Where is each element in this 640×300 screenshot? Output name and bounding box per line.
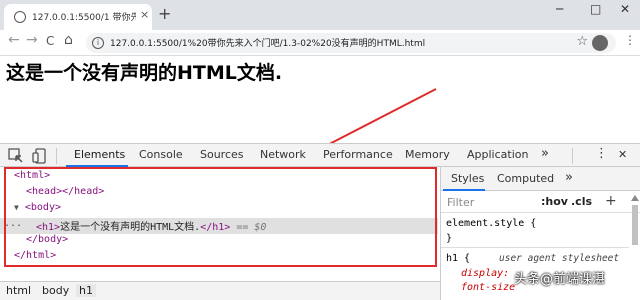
red-highlight-box [4, 167, 437, 267]
device-toolbar-icon[interactable] [32, 148, 48, 164]
rule-divider [441, 247, 629, 248]
globe-icon [14, 11, 26, 23]
home-button[interactable]: ⌂ [64, 32, 73, 48]
new-tab-button[interactable]: + [158, 4, 171, 23]
toolbar-divider [56, 148, 57, 164]
url-text: 127.0.0.1:5500/1%20带你先来入个门吧/1.3-02%20没有声… [110, 39, 426, 49]
styles-tabbar: Styles Computed » [441, 167, 640, 191]
devtools-close-button[interactable]: ✕ [618, 148, 627, 161]
page-heading: 这是一个没有声明的HTML文档. [6, 62, 283, 84]
address-bar[interactable]: i 127.0.0.1:5500/1%20带你先来入个门吧/1.3-02%20没… [86, 33, 616, 53]
minimize-button[interactable]: ─ [556, 2, 563, 16]
tab-styles[interactable]: Styles [451, 172, 484, 185]
watermark: 头条@前端课湛 [514, 272, 606, 287]
browser-toolbar: ← → C ⌂ i 127.0.0.1:5500/1%20带你先来入个门吧/1.… [0, 30, 640, 56]
info-icon[interactable]: i [92, 37, 104, 49]
element-style-close: } [446, 233, 453, 244]
tab-sources[interactable]: Sources [200, 148, 244, 161]
tab-network[interactable]: Network [260, 148, 306, 161]
breadcrumb-h1[interactable]: h1 [76, 284, 96, 297]
tab-application[interactable]: Application [467, 148, 528, 161]
toolbar-divider [572, 148, 573, 164]
tab-strip: 127.0.0.1:5500/1 带你先来入个 × + ─ □ ✕ [0, 0, 640, 30]
tab-elements[interactable]: Elements [74, 148, 125, 161]
element-style-selector[interactable]: element.style { [446, 218, 536, 229]
close-tab-button[interactable]: × [140, 8, 149, 21]
hov-toggle[interactable]: :hov [541, 195, 568, 208]
tab-performance[interactable]: Performance [323, 148, 393, 161]
more-tabs-button[interactable]: » [541, 146, 549, 161]
browser-tab[interactable]: 127.0.0.1:5500/1 带你先来入个 × [4, 4, 152, 30]
tab-console[interactable]: Console [139, 148, 183, 161]
close-window-button[interactable]: ✕ [620, 2, 630, 16]
tab-memory[interactable]: Memory [405, 148, 450, 161]
breadcrumb: html body h1 [0, 281, 440, 300]
styles-filter-bar: Filter :hov .cls + [441, 191, 640, 213]
forward-button[interactable]: → [26, 32, 38, 48]
devtools-toolbar: Elements Console Sources Network Perform… [0, 143, 640, 167]
display-property: display: [461, 268, 510, 279]
new-style-rule-button[interactable]: + [605, 193, 617, 209]
devtools-menu-button[interactable]: ⋮ [595, 146, 608, 161]
styles-scrollbar[interactable] [631, 195, 639, 295]
reload-button[interactable]: C [46, 34, 54, 48]
cls-toggle[interactable]: .cls [571, 195, 592, 208]
breadcrumb-html[interactable]: html [6, 284, 31, 297]
rule-source: user agent stylesheet [499, 253, 620, 264]
more-styles-tabs-button[interactable]: » [565, 170, 573, 185]
tab-computed[interactable]: Computed [497, 172, 554, 185]
h1-rule-selector[interactable]: h1 { [446, 253, 470, 264]
maximize-button[interactable]: □ [590, 2, 601, 16]
styles-filter-input[interactable]: Filter [447, 196, 474, 209]
account-avatar-icon[interactable] [592, 35, 608, 51]
inspect-element-icon[interactable] [8, 148, 24, 164]
browser-menu-button[interactable]: ⋮ [624, 33, 636, 47]
back-button[interactable]: ← [8, 32, 20, 48]
tab-title: 127.0.0.1:5500/1 带你先来入个 [32, 13, 136, 23]
font-size-property: font-size [461, 282, 516, 293]
bookmark-star-icon[interactable]: ☆ [576, 34, 588, 49]
breadcrumb-body[interactable]: body [42, 284, 69, 297]
